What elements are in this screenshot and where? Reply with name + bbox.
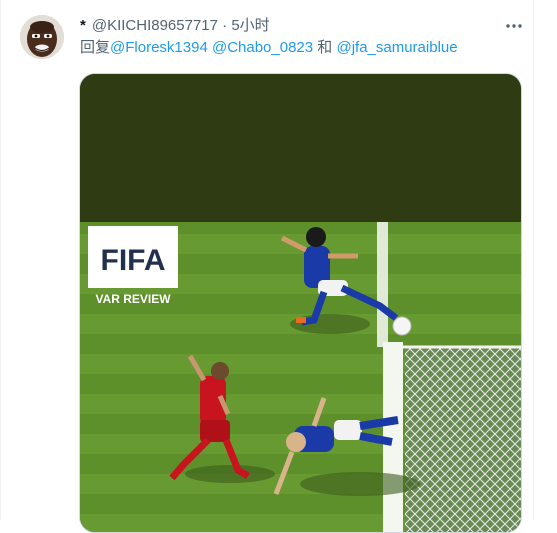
fifa-var-badge: FIFA VAR REVIEW <box>88 226 178 306</box>
mention-link[interactable]: @Floresk1394 <box>110 39 208 56</box>
tweet-time[interactable]: 5小时 <box>231 17 269 34</box>
var-review-caption: VAR REVIEW <box>95 292 171 306</box>
user-avatar-image <box>20 15 64 59</box>
mention-link[interactable]: @Chabo_0823 <box>212 39 313 56</box>
var-review-photo: FIFA VAR REVIEW <box>80 74 521 532</box>
timeline-border-left <box>0 0 1 520</box>
author-name[interactable]: * <box>80 17 86 34</box>
avatar[interactable] <box>20 15 64 59</box>
fifa-logo-text: FIFA <box>101 244 166 277</box>
reply-prefix: 回复 <box>80 39 111 56</box>
mention-link[interactable]: @jfa_samuraiblue <box>336 39 457 56</box>
tweet-header: * @KIICHI89657717 · 5小时 <box>80 16 270 36</box>
tweet-media-image[interactable]: FIFA VAR REVIEW <box>79 73 522 533</box>
more-horizontal-icon[interactable] <box>503 18 525 34</box>
mention-joiner: 和 <box>317 39 333 56</box>
header-separator: · <box>222 17 228 34</box>
timeline-border-right <box>533 0 534 520</box>
author-handle[interactable]: @KIICHI89657717 <box>92 17 218 34</box>
reply-context: 回复@Floresk1394 @Chabo_0823 和 @jfa_samura… <box>80 38 458 58</box>
